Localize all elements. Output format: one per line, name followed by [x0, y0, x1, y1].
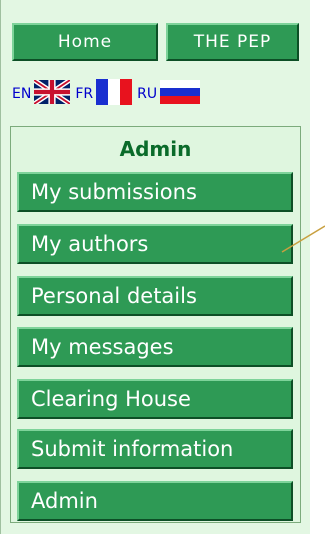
annotation-pointer-line: [281, 225, 325, 253]
